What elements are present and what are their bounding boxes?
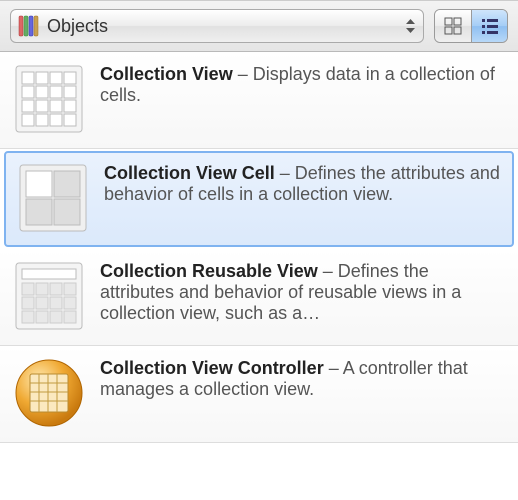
- list-item[interactable]: Collection View Cell – Defines the attri…: [4, 151, 514, 247]
- grid-icon: [12, 62, 86, 136]
- item-text: Collection View Cell – Defines the attri…: [104, 161, 502, 235]
- grid-view-icon: [444, 17, 462, 35]
- object-type-dropdown[interactable]: Objects: [10, 9, 424, 43]
- objects-icon: [17, 15, 39, 37]
- item-title: Collection View Controller: [100, 358, 324, 378]
- dropdown-label: Objects: [47, 16, 398, 37]
- item-title: Collection Reusable View: [100, 261, 318, 281]
- controller-icon: [12, 356, 86, 430]
- list-item[interactable]: Collection View Controller – A controlle…: [0, 346, 518, 443]
- item-title: Collection View Cell: [104, 163, 275, 183]
- list-view-button[interactable]: [471, 10, 507, 42]
- item-text: Collection Reusable View – Defines the a…: [100, 259, 506, 333]
- item-text: Collection View Controller – A controlle…: [100, 356, 506, 430]
- reusable-icon: [12, 259, 86, 333]
- list-item[interactable]: Collection Reusable View – Defines the a…: [0, 249, 518, 346]
- object-list[interactable]: Collection View – Displays data in a col…: [0, 52, 518, 500]
- library-toolbar: Objects: [0, 0, 518, 52]
- view-mode-segmented: [434, 9, 508, 43]
- list-item[interactable]: Collection View – Displays data in a col…: [0, 52, 518, 149]
- item-text: Collection View – Displays data in a col…: [100, 62, 506, 136]
- cell-icon: [16, 161, 90, 235]
- grid-view-button[interactable]: [435, 10, 471, 42]
- list-view-icon: [481, 17, 499, 35]
- item-title: Collection View: [100, 64, 233, 84]
- updown-arrows-icon: [406, 19, 415, 33]
